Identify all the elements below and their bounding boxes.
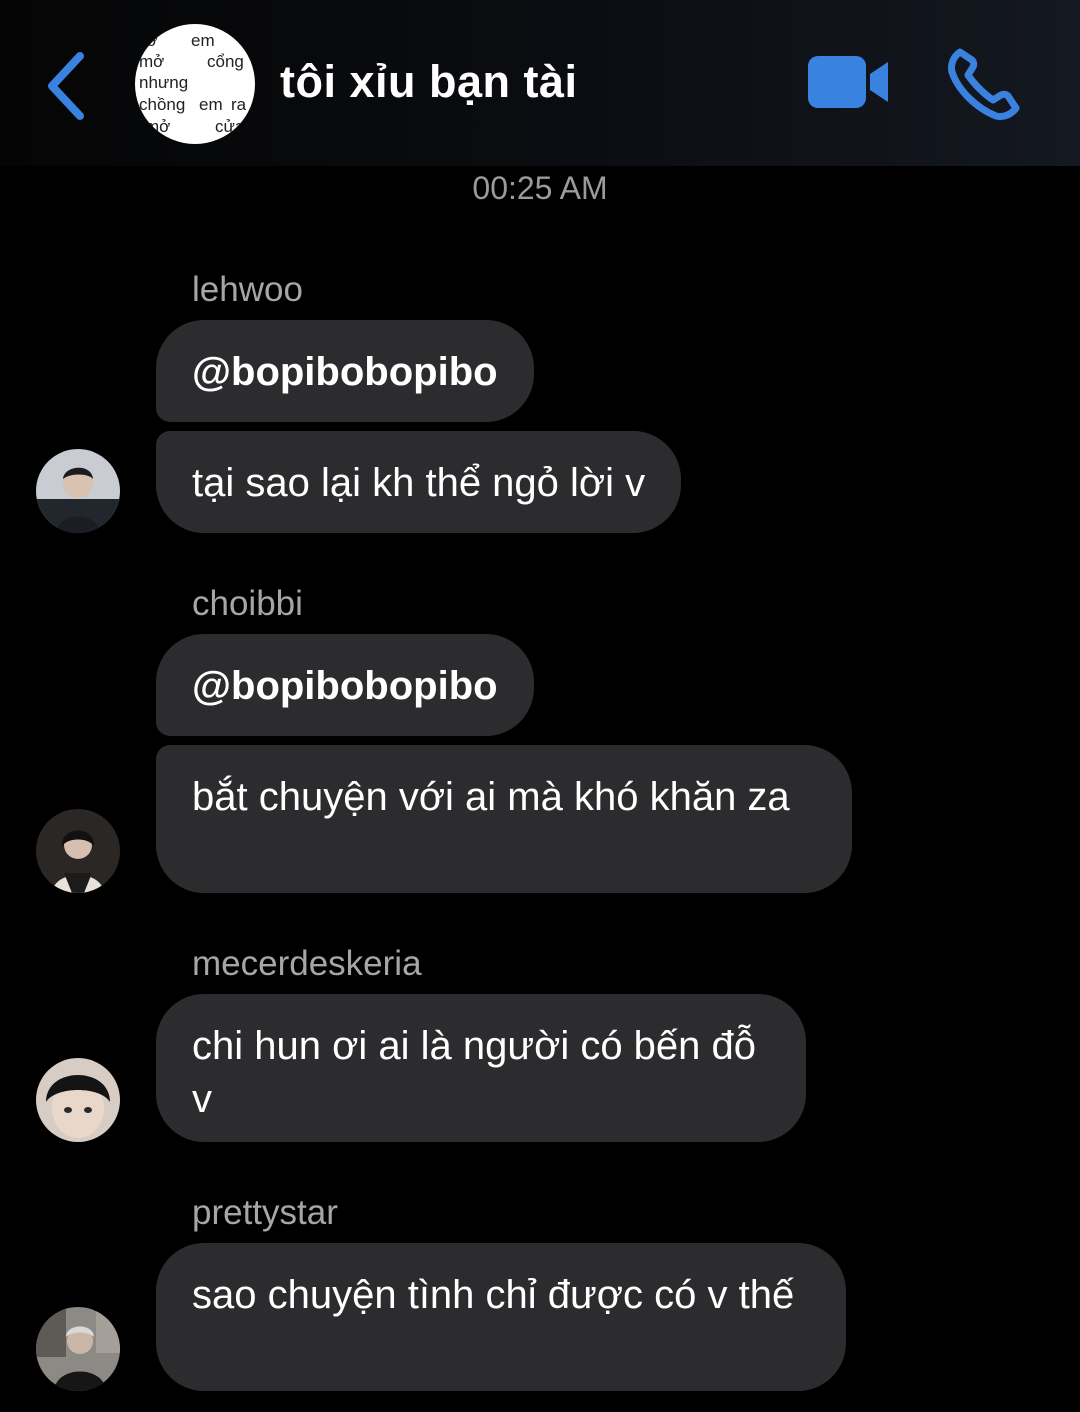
chat-title[interactable]: tôi xỉu bạn tài [280,56,578,108]
group-avatar[interactable]: nở em mở cổng nhưng chồng em ra mở cửa [135,24,255,144]
message-bubble[interactable]: sao chuyện tình chỉ được có v thế [156,1243,846,1391]
group-avatar-word: cổng [207,52,244,71]
group-avatar-word: cửa [215,117,245,136]
sender-name: choibbi [192,584,303,623]
chat-header: nở em mở cổng nhưng chồng em ra mở cửa t… [0,0,1080,166]
group-avatar-word: nở [137,31,158,50]
group-avatar-word: mở [145,117,170,136]
group-avatar-word: mở [139,52,164,71]
message-bubble[interactable]: bắt chuyện với ai mà khó khăn za [156,745,852,893]
phone-icon [948,48,1020,120]
message-timestamp: 00:25 AM [472,170,608,206]
video-camera-icon [808,56,888,108]
avatar-mecerdeskeria[interactable] [36,1058,120,1142]
group-avatar-word: nhưng [139,73,188,92]
avatar-lehwoo[interactable] [36,449,120,533]
group-avatar-word: ra [231,95,247,114]
message-bubble[interactable]: @bopibobopibo [156,634,534,736]
avatar-choibbi[interactable] [36,809,120,893]
sender-name: mecerdeskeria [192,944,422,983]
avatar-prettystar[interactable] [36,1307,120,1391]
sender-name: lehwoo [192,270,303,309]
group-avatar-word: chồng [139,95,185,114]
back-button[interactable] [40,48,96,124]
chevron-left-icon [48,52,84,120]
message-bubble[interactable]: chi hun ơi ai là người có bến đỗ v [156,994,806,1142]
group-avatar-word: em [191,31,215,50]
group-avatar-word: em [199,95,223,114]
voice-call-button[interactable] [946,46,1022,122]
message-bubble[interactable]: @bopibobopibo [156,320,534,422]
video-call-button[interactable] [806,52,892,112]
message-bubble[interactable]: tại sao lại kh thể ngỏ lời v [156,431,682,533]
sender-name: prettystar [192,1193,338,1232]
